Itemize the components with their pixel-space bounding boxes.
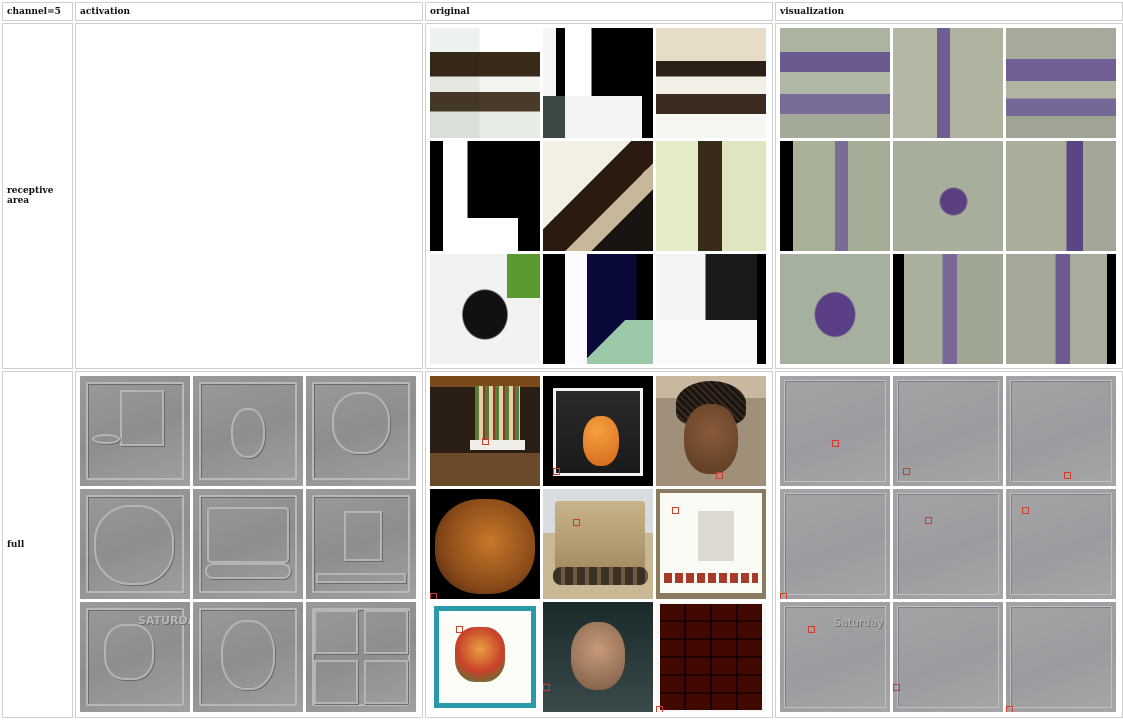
- photo-cabinet: [656, 602, 766, 712]
- crop-image: [543, 28, 653, 138]
- photo-portrait: [656, 376, 766, 486]
- photo-dog: [430, 489, 540, 599]
- crop-image: [543, 254, 653, 364]
- header-original: original: [425, 2, 773, 21]
- full-activation-grid: SATURDAY: [80, 376, 422, 712]
- crop-image: [656, 254, 766, 364]
- crop-visualization: [780, 28, 890, 138]
- crop-visualization: [1006, 254, 1116, 364]
- header-row: channel=5 activation original visualizat…: [2, 2, 1123, 21]
- photo-man: [543, 602, 653, 712]
- crop-image: [430, 254, 540, 364]
- activation-map: SATURDAY: [80, 602, 190, 712]
- activation-map: [193, 489, 303, 599]
- activation-map: [80, 376, 190, 486]
- crop-image: [656, 141, 766, 251]
- visualization-map: [1006, 376, 1116, 486]
- header-channel: channel=5: [2, 2, 73, 21]
- activation-card-text: SATURDAY: [138, 614, 190, 627]
- crop-image: [543, 141, 653, 251]
- row-label-receptive: receptive area: [2, 23, 73, 369]
- visualization-map: Saturday: [780, 602, 890, 712]
- activation-map: [306, 489, 416, 599]
- crop-visualization: [893, 254, 1003, 364]
- receptive-activation-cell: [75, 23, 423, 369]
- activation-map: [193, 602, 303, 712]
- photo-chair: [430, 376, 540, 486]
- full-activation-cell: SATURDAY: [75, 371, 423, 718]
- photo-vehicle: [543, 489, 653, 599]
- activation-map: [80, 489, 190, 599]
- receptive-original-grid: [430, 28, 772, 364]
- activation-map: [306, 376, 416, 486]
- visualization-map: [1006, 489, 1116, 599]
- crop-image: [430, 28, 540, 138]
- receptive-original-cell: [425, 23, 773, 369]
- crop-visualization: [780, 141, 890, 251]
- activation-map: [306, 602, 416, 712]
- crop-visualization: [893, 141, 1003, 251]
- full-original-grid: [430, 376, 772, 712]
- crop-visualization: [1006, 141, 1116, 251]
- visualization-map: [780, 376, 890, 486]
- row-label-full: full: [2, 371, 73, 718]
- visualization-map: [893, 489, 1003, 599]
- crop-visualization: [1006, 28, 1116, 138]
- visualization-map: [893, 602, 1003, 712]
- crop-image: [430, 141, 540, 251]
- photo-card: [430, 602, 540, 712]
- header-activation: activation: [75, 2, 423, 21]
- header-visualization: visualization: [775, 2, 1123, 21]
- visualization-table: channel=5 activation original visualizat…: [0, 0, 1123, 720]
- photo-webpage: [656, 489, 766, 599]
- visualization-map: [780, 489, 890, 599]
- crop-image: [656, 28, 766, 138]
- receptive-visualization-grid: [780, 28, 1122, 364]
- visualization-map: [893, 376, 1003, 486]
- activation-map: [193, 376, 303, 486]
- full-original-cell: [425, 371, 773, 718]
- full-visualization-grid: Saturday: [780, 376, 1122, 712]
- visualization-map: [1006, 602, 1116, 712]
- photo-duck: [543, 376, 653, 486]
- full-row: full SATURD Saturday: [2, 371, 1123, 718]
- full-visualization-cell: Saturday: [775, 371, 1123, 718]
- crop-visualization: [780, 254, 890, 364]
- crop-visualization: [893, 28, 1003, 138]
- visualization-card-text: Saturday: [834, 616, 884, 629]
- receptive-row: receptive area: [2, 23, 1123, 369]
- receptive-visualization-cell: [775, 23, 1123, 369]
